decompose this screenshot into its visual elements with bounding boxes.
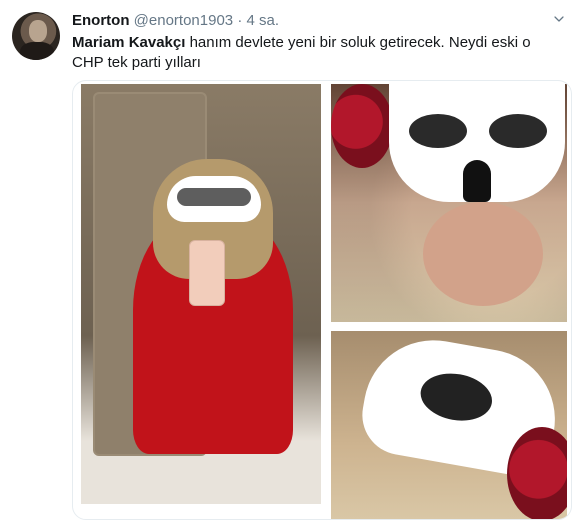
- photo-tile-left[interactable]: [81, 84, 321, 504]
- separator-dot: ·: [237, 12, 243, 29]
- avatar[interactable]: [12, 12, 60, 60]
- tweet-text: Mariam Kavakçı hanım devlete yeni bir so…: [72, 33, 562, 73]
- mask: [389, 84, 565, 202]
- mask-eye-left: [409, 114, 467, 148]
- mask-nose: [463, 160, 491, 202]
- mask-eye-right: [489, 114, 547, 148]
- photo-tile-top-right[interactable]: [331, 84, 567, 322]
- tweet-time[interactable]: 4 sa.: [247, 12, 280, 29]
- tweet-header: Enorton @enorton1903 · 4 sa.: [72, 11, 568, 31]
- author-name[interactable]: Enorton: [72, 12, 130, 29]
- phone: [189, 240, 225, 306]
- mask: [167, 176, 261, 222]
- chevron-down-icon: [553, 12, 565, 30]
- mentioned-name[interactable]: Mariam Kavakçı: [72, 34, 185, 51]
- photo-tile-bottom-right[interactable]: [331, 331, 567, 519]
- author-handle[interactable]: @enorton1903: [134, 12, 233, 29]
- mask-eye: [416, 368, 496, 426]
- media-grid: [72, 80, 572, 520]
- rose: [331, 84, 393, 168]
- avatar-body: [20, 42, 54, 60]
- avatar-face: [29, 20, 47, 42]
- more-menu-button[interactable]: [550, 12, 568, 30]
- rose: [507, 427, 567, 519]
- face: [423, 202, 543, 306]
